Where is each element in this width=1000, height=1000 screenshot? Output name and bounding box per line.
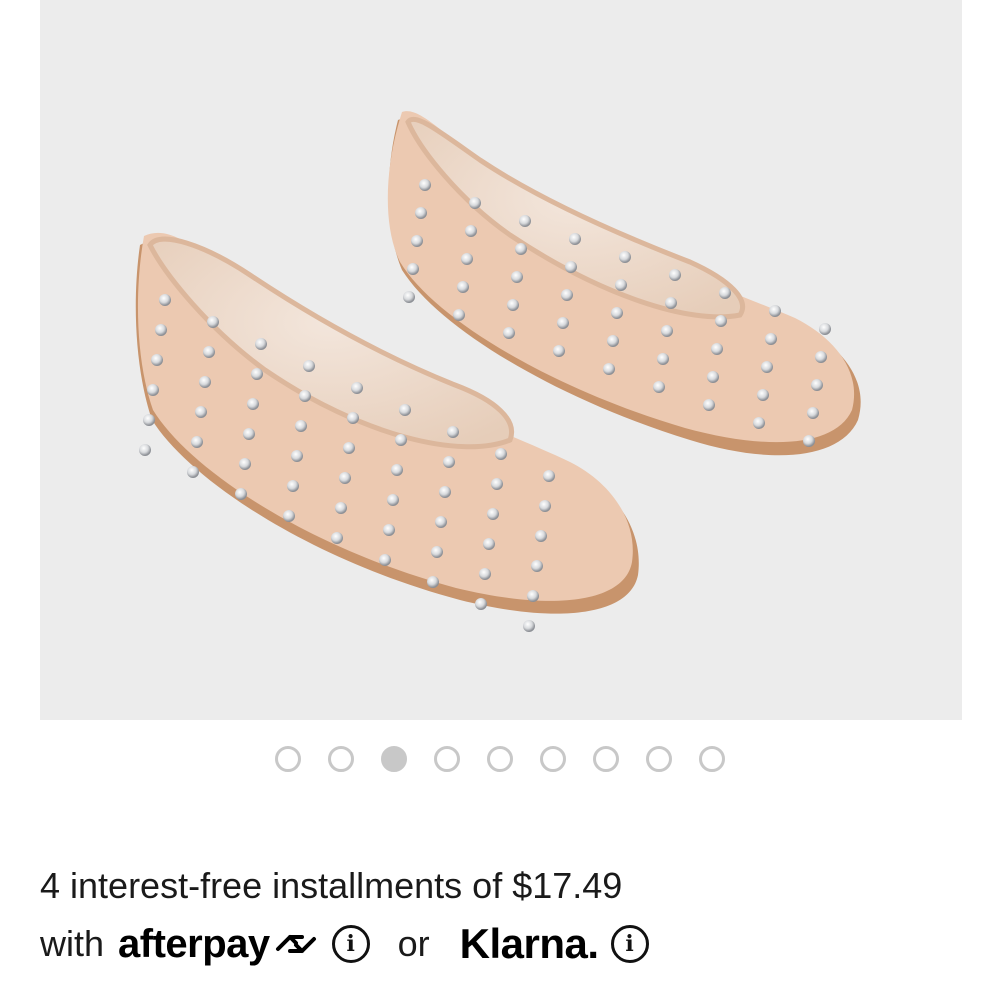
carousel-dot[interactable] xyxy=(540,746,566,772)
carousel-dots xyxy=(0,746,1000,778)
carousel-dot[interactable] xyxy=(699,746,725,772)
product-image[interactable] xyxy=(40,0,962,720)
carousel-dot[interactable] xyxy=(434,746,460,772)
klarna-info-icon[interactable]: i xyxy=(610,925,649,963)
installments-text: 4 interest-free installments of $17.49 xyxy=(40,865,623,906)
klarna-logo[interactable]: Klarna. xyxy=(460,920,599,968)
carousel-dot[interactable] xyxy=(593,746,619,772)
carousel-dot[interactable] xyxy=(381,746,407,772)
afterpay-info-icon[interactable]: i xyxy=(331,925,370,963)
product-page: 4 interest-free installments of $17.49 w… xyxy=(0,0,1000,1000)
carousel-dot[interactable] xyxy=(275,746,301,772)
afterpay-arrows-icon xyxy=(274,929,318,959)
payment-options: with afterpay i or Klarna. i xyxy=(40,918,649,970)
or-text: or xyxy=(397,923,430,964)
afterpay-logo[interactable]: afterpay xyxy=(118,922,270,967)
with-text: with xyxy=(40,923,105,964)
product-photo xyxy=(135,111,861,632)
carousel-dot[interactable] xyxy=(487,746,513,772)
carousel-dot[interactable] xyxy=(646,746,672,772)
carousel-dot[interactable] xyxy=(328,746,354,772)
